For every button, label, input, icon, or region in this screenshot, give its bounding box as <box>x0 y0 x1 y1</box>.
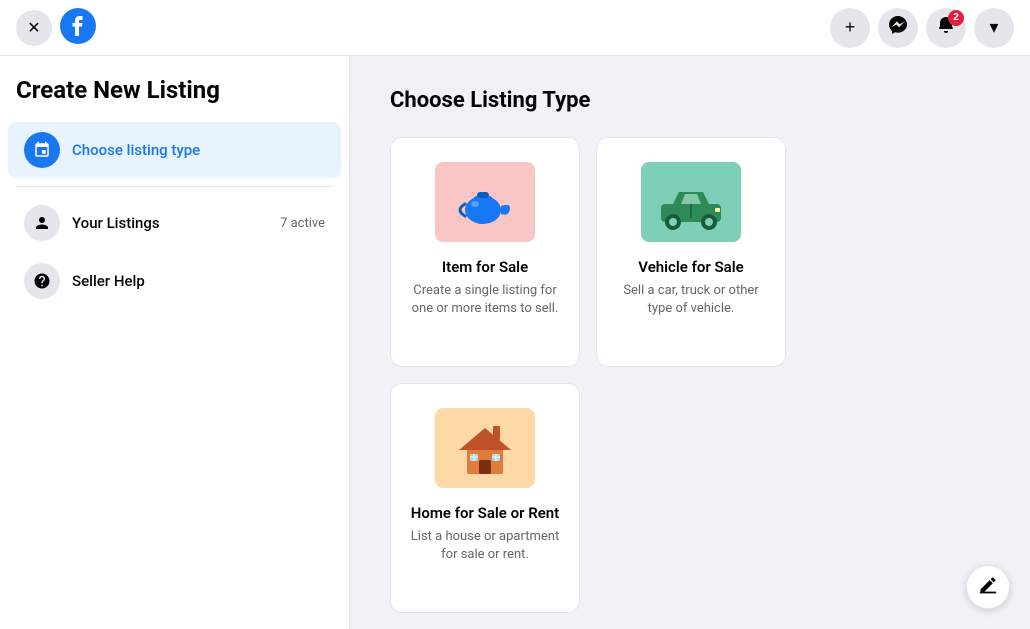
sidebar-item-your-listings[interactable]: Your Listings 7 active <box>8 195 341 251</box>
messenger-button[interactable] <box>878 8 918 48</box>
home-for-sale-illustration <box>435 408 535 488</box>
add-icon: + <box>845 17 856 38</box>
content-title: Choose Listing Type <box>390 88 990 113</box>
card-home-for-sale-desc: List a house or apartment for sale or re… <box>407 528 563 564</box>
sidebar-item-label-your-listings: Your Listings <box>72 214 268 232</box>
vehicle-for-sale-illustration <box>641 162 741 242</box>
chevron-down-icon: ▾ <box>989 17 998 38</box>
card-vehicle-for-sale[interactable]: Vehicle for Sale Sell a car, truck or ot… <box>596 137 786 367</box>
card-home-for-sale-title: Home for Sale or Rent <box>411 504 559 522</box>
sidebar-title: Create New Listing <box>16 76 333 104</box>
sidebar-item-seller-help[interactable]: Seller Help <box>8 253 341 309</box>
item-for-sale-illustration <box>435 162 535 242</box>
card-vehicle-for-sale-desc: Sell a car, truck or other type of vehic… <box>613 282 769 318</box>
card-item-for-sale-title: Item for Sale <box>442 258 528 276</box>
close-icon: ✕ <box>27 18 40 38</box>
card-home-for-sale[interactable]: Home for Sale or Rent List a house or ap… <box>390 383 580 613</box>
cards-grid: Item for Sale Create a single listing fo… <box>390 137 990 613</box>
card-vehicle-for-sale-title: Vehicle for Sale <box>638 258 743 276</box>
sidebar-item-label-choose-listing-type: Choose listing type <box>72 141 325 159</box>
sidebar-item-icon-choose-listing-type <box>24 132 60 168</box>
add-button[interactable]: + <box>830 8 870 48</box>
sidebar-nav: Choose listing type Your Listings 7 acti… <box>0 116 349 315</box>
messenger-icon <box>888 15 908 40</box>
sidebar-item-choose-listing-type[interactable]: Choose listing type <box>8 122 341 178</box>
fab-button[interactable] <box>966 565 1010 609</box>
account-menu-button[interactable]: ▾ <box>974 8 1014 48</box>
notification-badge: 2 <box>948 10 964 26</box>
sidebar-item-icon-your-listings <box>24 205 60 241</box>
sidebar-divider <box>16 186 333 187</box>
sidebar-item-icon-seller-help <box>24 263 60 299</box>
edit-icon <box>978 575 998 600</box>
notifications-button[interactable]: 2 <box>926 8 966 48</box>
facebook-logo <box>60 8 96 48</box>
sidebar-item-label-seller-help: Seller Help <box>72 272 325 290</box>
card-item-for-sale[interactable]: Item for Sale Create a single listing fo… <box>390 137 580 367</box>
navbar-icons: + 2 ▾ <box>830 8 1014 48</box>
sidebar: Create New Listing Choose listing type <box>0 56 350 629</box>
content-area: Choose Listing Type <box>350 56 1030 629</box>
sidebar-item-badge-your-listings: 7 active <box>280 216 325 231</box>
close-button[interactable]: ✕ <box>16 10 52 46</box>
sidebar-header: Create New Listing <box>0 56 349 116</box>
card-item-for-sale-desc: Create a single listing for one or more … <box>407 282 563 318</box>
